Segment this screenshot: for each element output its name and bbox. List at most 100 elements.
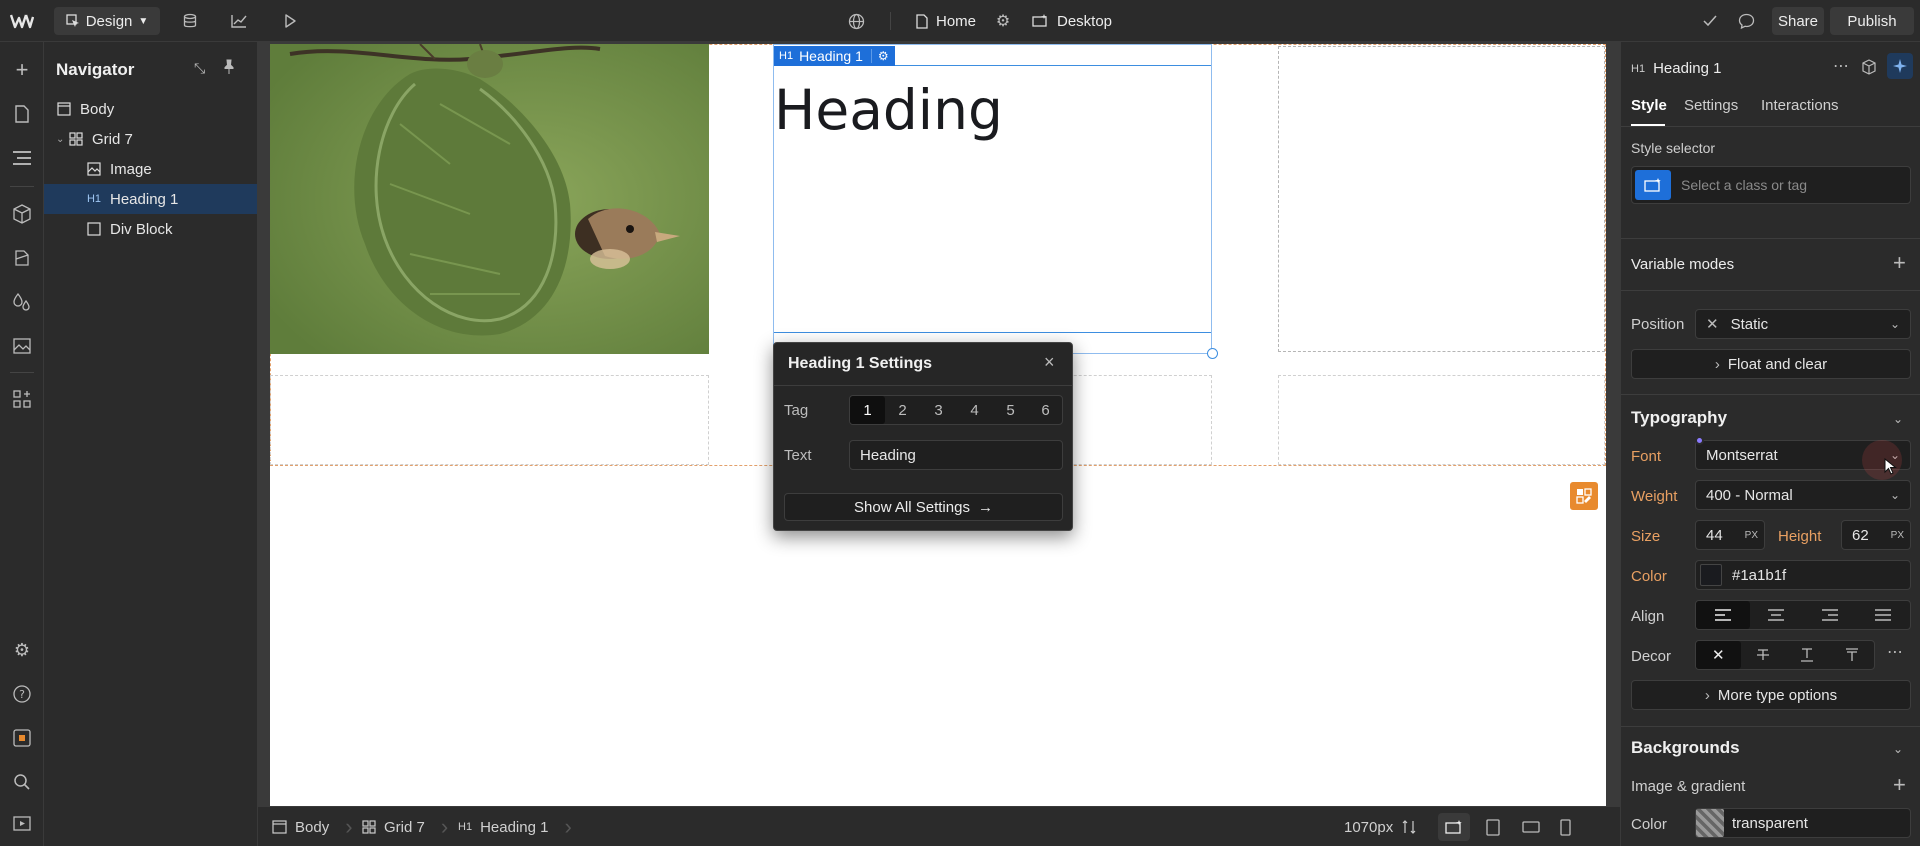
grid-edit-icon[interactable] [1570,482,1598,510]
line-height-unit[interactable]: PX [1891,530,1904,541]
chevron-down-icon[interactable]: ⌄ [1893,742,1903,756]
desktop-breakpoint-icon[interactable] [1438,813,1470,841]
apps-grid-plus-icon[interactable] [10,387,34,411]
navigator-layers-icon[interactable] [10,146,34,170]
align-right-icon[interactable] [1803,601,1857,629]
canvas-width-readout[interactable]: 1070px [1344,807,1417,846]
image-gradient-label: Image & gradient [1631,778,1746,795]
tag-option-3[interactable]: 3 [921,396,956,424]
video-tutorials-icon[interactable] [10,812,34,836]
class-selector-icon[interactable] [1635,170,1671,200]
font-size-input[interactable]: 44 PX [1695,520,1765,550]
tab-style[interactable]: Style [1631,97,1667,114]
more-options-icon[interactable]: ⋯ [1833,56,1849,76]
search-icon[interactable] [10,770,34,794]
text-color-input[interactable]: #1a1b1f [1695,560,1911,590]
decor-label: Decor [1631,648,1672,665]
breakpoint-selector[interactable]: Desktop [1032,7,1152,35]
div-block-element[interactable] [1278,46,1605,352]
color-swatch[interactable] [1700,564,1722,586]
nav-item-image[interactable]: Image [44,154,257,184]
breadcrumb-heading-1[interactable]: H1 Heading 1 › [458,807,572,846]
pin-icon[interactable] [222,59,236,75]
tag-option-1[interactable]: 1 [850,396,885,424]
pages-icon[interactable] [10,102,34,126]
comments-icon[interactable] [1734,9,1758,33]
variables-drops-icon[interactable] [10,290,34,314]
font-size-unit[interactable]: PX [1745,530,1758,541]
tab-settings[interactable]: Settings [1684,97,1738,114]
font-weight-select[interactable]: 400 - Normal ⌄ [1695,480,1911,510]
empty-grid-cell[interactable] [270,375,709,465]
globe-icon[interactable] [844,9,868,33]
close-icon[interactable]: × [1044,352,1055,373]
more-decor-options-icon[interactable]: ⋯ [1887,642,1903,662]
ai-assistant-sparkle-icon[interactable] [1887,53,1913,79]
align-center-icon[interactable] [1750,601,1804,629]
bottom-bar: Body › Grid 7 › H1 Heading 1 › 1070px [258,806,1620,846]
more-type-options-toggle[interactable]: › More type options [1631,680,1911,710]
tablet-breakpoint-icon[interactable] [1486,819,1500,836]
strikethrough-icon[interactable] [1741,641,1786,669]
heading-text-input[interactable]: Heading [849,440,1063,470]
selected-element-title: Heading 1 [1653,60,1722,77]
page-settings-gear-icon[interactable]: ⚙ [991,9,1015,33]
add-background-plus-icon[interactable]: + [1893,772,1906,798]
line-height-input[interactable]: 62 PX [1841,520,1911,550]
publish-button[interactable]: Publish [1830,7,1914,35]
inherited-indicator-dot [1695,436,1704,445]
breadcrumb-label: Body [295,818,330,836]
tab-interactions[interactable]: Interactions [1761,97,1839,114]
mobile-portrait-breakpoint-icon[interactable] [1560,819,1571,836]
settings-gear-icon[interactable]: ⚙ [10,638,34,662]
style-manager-icon[interactable] [10,246,34,270]
analytics-icon[interactable] [227,9,251,33]
checkmark-icon[interactable] [1698,9,1722,33]
collapse-icon[interactable]: ⤡ [194,60,205,77]
chevron-down-icon[interactable]: ⌄ [56,134,68,145]
bird-nest-image[interactable] [270,44,709,354]
preview-play-icon[interactable] [278,9,302,33]
nav-item-grid[interactable]: ⌄ Grid 7 [44,124,257,154]
design-mode-label: Design [85,12,133,30]
background-color-input[interactable]: transparent [1695,808,1911,838]
tag-option-2[interactable]: 2 [885,396,920,424]
empty-grid-cell[interactable] [1278,375,1605,465]
float-and-clear-toggle[interactable]: › Float and clear [1631,349,1911,379]
tag-option-5[interactable]: 5 [993,396,1028,424]
transparent-swatch[interactable] [1696,809,1724,837]
underline-icon[interactable] [1785,641,1830,669]
add-variable-mode-plus-icon[interactable]: + [1893,250,1906,276]
help-question-icon[interactable]: ? [10,682,34,706]
resize-handle[interactable] [1207,348,1218,359]
show-all-settings-button[interactable]: Show All Settings → [784,493,1063,521]
chevron-down-icon[interactable]: ⌄ [1893,412,1903,426]
position-select[interactable]: ✕ Static ⌄ [1695,309,1911,339]
static-x-icon: ✕ [1706,316,1719,333]
overline-icon[interactable] [1830,641,1875,669]
cms-database-icon[interactable] [178,9,202,33]
breadcrumb-body[interactable]: Body › [272,807,353,846]
decoration-none-icon[interactable]: ✕ [1696,641,1741,669]
design-mode-button[interactable]: Design ▼ [54,7,160,35]
component-cube-icon[interactable] [1861,59,1877,75]
tag-option-4[interactable]: 4 [957,396,992,424]
nav-item-heading-1[interactable]: H1 Heading 1 [44,184,257,214]
nav-item-div-block[interactable]: Div Block [44,214,257,244]
audit-orange-square-icon[interactable] [10,726,34,750]
nav-item-body[interactable]: Body [44,94,257,124]
breadcrumb-grid[interactable]: Grid 7 › [362,807,448,846]
assets-image-icon[interactable] [10,334,34,358]
add-elements-plus-icon[interactable]: + [10,57,34,82]
align-justify-icon[interactable] [1857,601,1911,629]
mobile-landscape-breakpoint-icon[interactable] [1522,821,1540,833]
typography-section-title[interactable]: Typography [1631,408,1727,428]
share-button[interactable]: Share [1772,7,1824,35]
webflow-logo-icon[interactable] [8,9,36,33]
components-cube-icon[interactable] [10,202,34,226]
resize-arrows-icon [1401,819,1417,835]
style-selector-input[interactable]: Select a class or tag [1631,166,1911,204]
backgrounds-section-title[interactable]: Backgrounds [1631,738,1740,758]
tag-option-6[interactable]: 6 [1028,396,1063,424]
align-left-icon[interactable] [1696,601,1750,629]
